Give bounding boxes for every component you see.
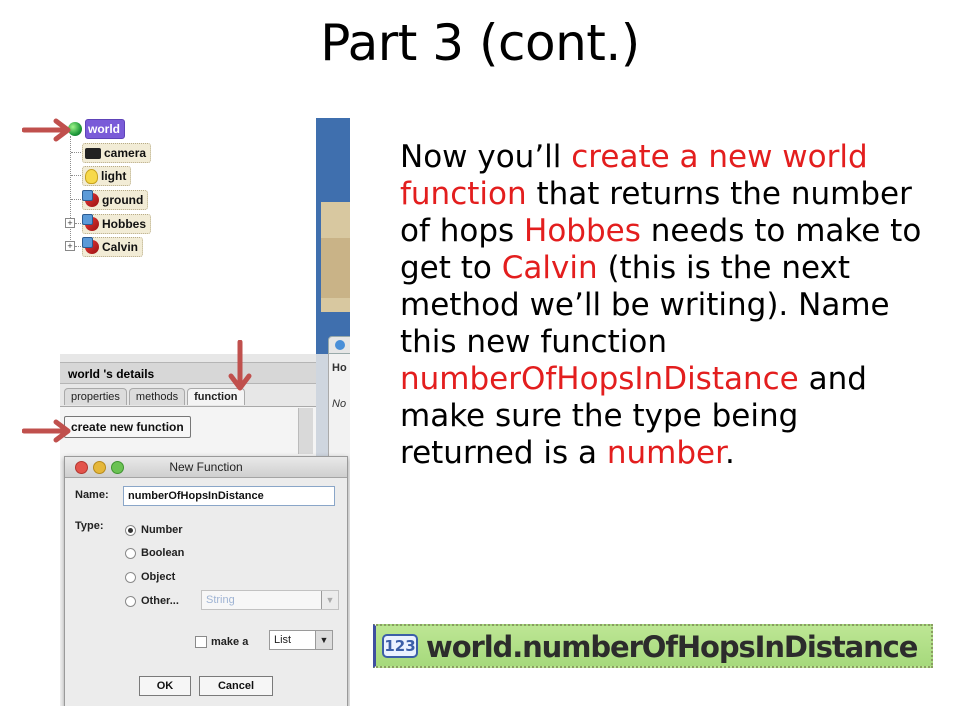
other-type-value: String (206, 594, 235, 606)
radio-icon[interactable] (125, 547, 136, 559)
ok-button[interactable]: OK (139, 676, 191, 696)
other-type-select: String ▼ (201, 590, 339, 610)
tree-label-camera[interactable]: camera (82, 143, 152, 163)
expand-icon[interactable]: + (65, 241, 75, 251)
annotation-arrow-right-icon (22, 419, 71, 443)
text-segment-highlight: numberOfHopsInDistance (400, 361, 799, 397)
tab-methods[interactable]: methods (128, 388, 186, 405)
radio-icon[interactable] (125, 571, 136, 583)
camera-icon (85, 147, 101, 159)
type-option-label: Object (141, 571, 176, 583)
tree-text-hobbes: Hobbes (102, 217, 147, 231)
new-function-dialog: New Function Name: Type: Number Boolean … (64, 456, 348, 706)
name-label: Name: (75, 489, 109, 501)
text-segment-highlight: number (606, 435, 726, 471)
annotation-arrow-right-icon (22, 118, 71, 142)
details-pane: world 's details properties methods func… (60, 336, 350, 706)
chevron-down-icon: ▼ (321, 591, 338, 609)
type-label: Type: (75, 520, 104, 532)
collection-type-select[interactable]: List ▼ (269, 630, 333, 650)
function-tile[interactable]: 123 world.numberOfHopsInDistance (373, 624, 933, 668)
lightbulb-icon (85, 168, 98, 184)
tree-label-light[interactable]: light (82, 166, 132, 186)
tree-node-light[interactable]: light (82, 166, 132, 186)
editor-text: No (332, 398, 347, 410)
dialog-body: Name: Type: Number Boolean Object O (65, 478, 347, 706)
scrollbar[interactable] (298, 408, 313, 454)
slide-title: Part 3 (cont.) (320, 14, 640, 72)
make-list-checkbox[interactable] (195, 636, 207, 648)
close-window-icon[interactable] (75, 461, 88, 474)
dialog-titlebar[interactable]: New Function (65, 457, 347, 478)
radio-icon[interactable] (125, 595, 136, 607)
world-view-strip (316, 118, 350, 354)
object-icon (82, 190, 99, 207)
editor-text: Ho (332, 362, 347, 374)
tree-text-ground: ground (102, 193, 144, 207)
editor-tab[interactable] (328, 336, 350, 354)
text-segment-highlight: Calvin (501, 250, 598, 286)
number-type-icon: 123 (382, 634, 418, 658)
type-option-label: Other... (141, 595, 179, 607)
tree-label-world[interactable]: world (85, 119, 125, 139)
make-a-label: make a (211, 636, 249, 648)
tree-node-camera[interactable]: camera (82, 143, 152, 163)
create-new-function-button[interactable]: create new function (64, 416, 191, 438)
instruction-paragraph: Now you’ll create a new world function t… (400, 139, 940, 472)
collection-type-value: List (274, 634, 292, 646)
minimize-window-icon[interactable] (93, 461, 106, 474)
ground-preview (321, 238, 350, 298)
object-icon (82, 214, 99, 231)
tree-node-ground[interactable]: ground (82, 190, 149, 210)
text-segment: . (725, 435, 735, 471)
tree-label-hobbes[interactable]: Hobbes (82, 214, 152, 234)
function-name-input[interactable] (123, 486, 335, 506)
tree-text-camera: camera (104, 146, 147, 160)
tree-node-hobbes[interactable]: Hobbes (82, 214, 152, 234)
type-option-label: Number (141, 524, 183, 536)
tree-label-ground[interactable]: ground (82, 190, 149, 210)
tree-node-world[interactable]: world (68, 119, 125, 139)
alice-screenshot: world camera light ground + Hobbes + Cal… (60, 118, 350, 706)
cancel-button[interactable]: Cancel (199, 676, 273, 696)
tab-properties[interactable]: properties (64, 388, 127, 405)
function-tile-name: world.numberOfHopsInDistance (426, 630, 918, 664)
radio-selected-icon[interactable] (125, 524, 136, 536)
tree-text-light: light (101, 169, 127, 183)
tree-label-calvin[interactable]: Calvin (82, 237, 144, 257)
object-tree-pane: world camera light ground + Hobbes + Cal… (60, 118, 317, 355)
type-option-other[interactable]: Other... (125, 595, 179, 607)
details-tabs: properties methods function (64, 388, 245, 405)
tree-text-calvin: Calvin (102, 240, 139, 254)
object-icon (82, 237, 99, 254)
text-segment-highlight: Hobbes (524, 213, 641, 249)
type-option-number[interactable]: Number (125, 524, 183, 536)
zoom-window-icon[interactable] (111, 461, 124, 474)
type-option-boolean[interactable]: Boolean (125, 547, 184, 559)
expand-icon[interactable]: + (65, 218, 75, 228)
details-header: world 's details (60, 362, 316, 384)
dialog-title: New Function (169, 460, 243, 474)
type-option-label: Boolean (141, 547, 185, 559)
annotation-arrow-down-icon (228, 340, 252, 391)
tree-node-calvin[interactable]: Calvin (82, 237, 144, 257)
type-option-object[interactable]: Object (125, 571, 175, 583)
text-segment: Now you’ll (400, 139, 572, 175)
chevron-down-icon[interactable]: ▼ (315, 631, 332, 649)
